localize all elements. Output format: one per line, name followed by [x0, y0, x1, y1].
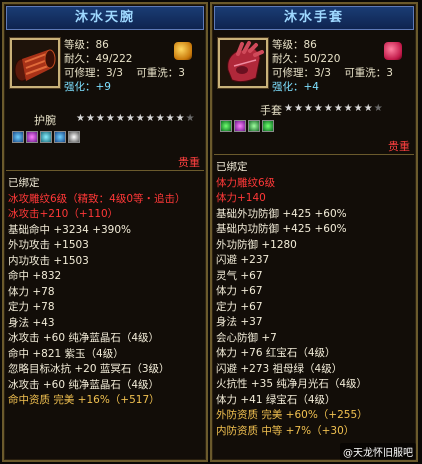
stat-line: 体力雕纹6级: [216, 176, 276, 189]
durability-text: 耐久：49/222: [64, 53, 133, 65]
stat-line: 基础内功防御 +425 +60%: [216, 223, 347, 235]
durability-text: 耐久：50/220: [272, 53, 341, 65]
stat-line: 命中 +832: [8, 270, 62, 282]
gem-slot-icon[interactable]: [68, 131, 80, 143]
stat-line: 会心防御 +7: [216, 331, 277, 344]
gold-gem-icon: [174, 42, 192, 60]
rewash-text: 可重洗：3: [344, 67, 393, 79]
item-title: 沐水手套: [214, 6, 414, 30]
enhance-value: +9: [95, 81, 111, 93]
red-gem-icon: [384, 42, 402, 60]
stat-line: 体力 +67: [216, 285, 263, 297]
empty-star: ★: [185, 113, 196, 124]
stat-line: 基础外功防御 +425 +60%: [216, 207, 347, 220]
filled-stars: ★★★★★★★★★: [284, 103, 374, 114]
star-rating: ★★★★★★★★★★★★: [76, 113, 196, 124]
divider: [214, 154, 414, 155]
stat-line: 冰攻雕纹6级（精致：4级0等・追击）: [8, 192, 186, 205]
stat-line: 身法 +43: [8, 316, 55, 329]
item-title: 沐水天腕: [6, 6, 204, 30]
filled-stars: ★★★★★★★★★★★: [76, 113, 186, 124]
stat-line: 灵气 +67: [216, 269, 263, 282]
stat-line: 命中资质 完美 +16%（+517）: [8, 394, 160, 406]
divider: [6, 170, 204, 171]
item-info: 等级：86 耐久：49/222 可修理：3/3 可重洗：3 强化：+9: [64, 38, 185, 94]
stat-line: 闪避 +237: [216, 254, 270, 266]
gem-slot-icon[interactable]: [54, 131, 66, 143]
empty-star: ★: [373, 103, 384, 114]
stat-line: 内防资质 中等 +7%（+30）: [216, 424, 355, 437]
repairable-text: 可修理：3/3: [272, 67, 331, 79]
stat-line: 冰攻击 +60 纯净蓝晶石（4级）: [8, 332, 160, 344]
stat-line: 外防资质 完美 +60%（+255）: [216, 409, 368, 421]
item-type: 护腕: [34, 114, 56, 127]
star-rating: ★★★★★★★★★★: [284, 103, 384, 114]
stat-line: 外功防御 +1280: [216, 238, 297, 251]
gem-slot-icon[interactable]: [248, 120, 260, 132]
level-text: 等级：86: [64, 39, 109, 51]
stat-line: 命中 +821 紫玉（4级）: [8, 347, 124, 360]
gem-slot-icon[interactable]: [220, 120, 232, 132]
stat-line: 已绑定: [8, 177, 40, 189]
enhance-label: 强化：: [272, 81, 304, 93]
item-tooltip-gloves: 沐水手套 等级：86 耐久：50/220 可修理：3/3 可重洗：3 强化：+4…: [210, 2, 418, 462]
stat-line: 体力 +78: [8, 285, 55, 298]
stat-line: 闪避 +273 祖母绿（4级）: [216, 362, 343, 375]
gloves-item-icon[interactable]: [218, 38, 268, 88]
stat-line: 忽略目标冰抗 +20 蓝冥石（3级）: [8, 363, 170, 375]
item-header: 等级：86 耐久：49/222 可修理：3/3 可重洗：3 强化：+9: [4, 32, 206, 116]
gem-slot-icon[interactable]: [26, 131, 38, 143]
gem-slots: [12, 131, 80, 143]
stats-list: 已绑定冰攻雕纹6级（精致：4级0等・追击） 冰攻击+210（+110） 基础命中 +…: [8, 176, 204, 409]
watermark: @天龙怀旧服吧: [340, 443, 416, 460]
enhance-value: +4: [303, 81, 319, 93]
stat-line: 身法 +37: [216, 316, 263, 328]
stat-line: 已绑定: [216, 161, 248, 173]
stat-line: 基础命中 +3234 +390%: [8, 223, 132, 236]
stat-line: 内功攻击 +1503: [8, 254, 89, 267]
rewash-text: 可重洗：3: [136, 67, 185, 79]
precious-label: 贵重: [388, 140, 410, 153]
gem-slot-icon[interactable]: [12, 131, 24, 143]
item-type: 手套: [260, 104, 282, 117]
stat-line: 体力+140: [216, 192, 266, 204]
stat-line: 火抗性 +35 纯净月光石（4级）: [216, 378, 368, 390]
precious-label: 贵重: [178, 156, 200, 169]
level-text: 等级：86: [272, 39, 317, 51]
stat-line: 定力 +67: [216, 300, 263, 313]
gem-slot-icon[interactable]: [234, 120, 246, 132]
stat-line: 定力 +78: [8, 301, 55, 313]
stats-list: 已绑定体力雕纹6级 体力+140 基础外功防御 +425 +60% 基础内功防御 +4…: [216, 160, 414, 439]
gem-slot-icon[interactable]: [40, 131, 52, 143]
gem-slots: [220, 120, 274, 132]
bracer-item-icon[interactable]: [10, 38, 60, 88]
stat-line: 冰攻击+210（+110）: [8, 208, 119, 220]
item-tooltip-bracer: 沐水天腕 等级：86 耐久：49/222 可修理：3/3 可重洗：3 强化：+9: [2, 2, 208, 462]
enhance-label: 强化：: [64, 81, 96, 93]
repairable-text: 可修理：3/3: [64, 67, 123, 79]
item-info: 等级：86 耐久：50/220 可修理：3/3 可重洗：3 强化：+4: [272, 38, 393, 94]
stat-line: 体力 +76 红宝石（4级）: [216, 347, 336, 359]
gem-slot-icon[interactable]: [262, 120, 274, 132]
stat-line: 冰攻击 +60 纯净蓝晶石（4级）: [8, 378, 160, 391]
stat-line: 体力 +41 绿宝石（4级）: [216, 393, 336, 406]
stat-line: 外功攻击 +1503: [8, 239, 89, 251]
